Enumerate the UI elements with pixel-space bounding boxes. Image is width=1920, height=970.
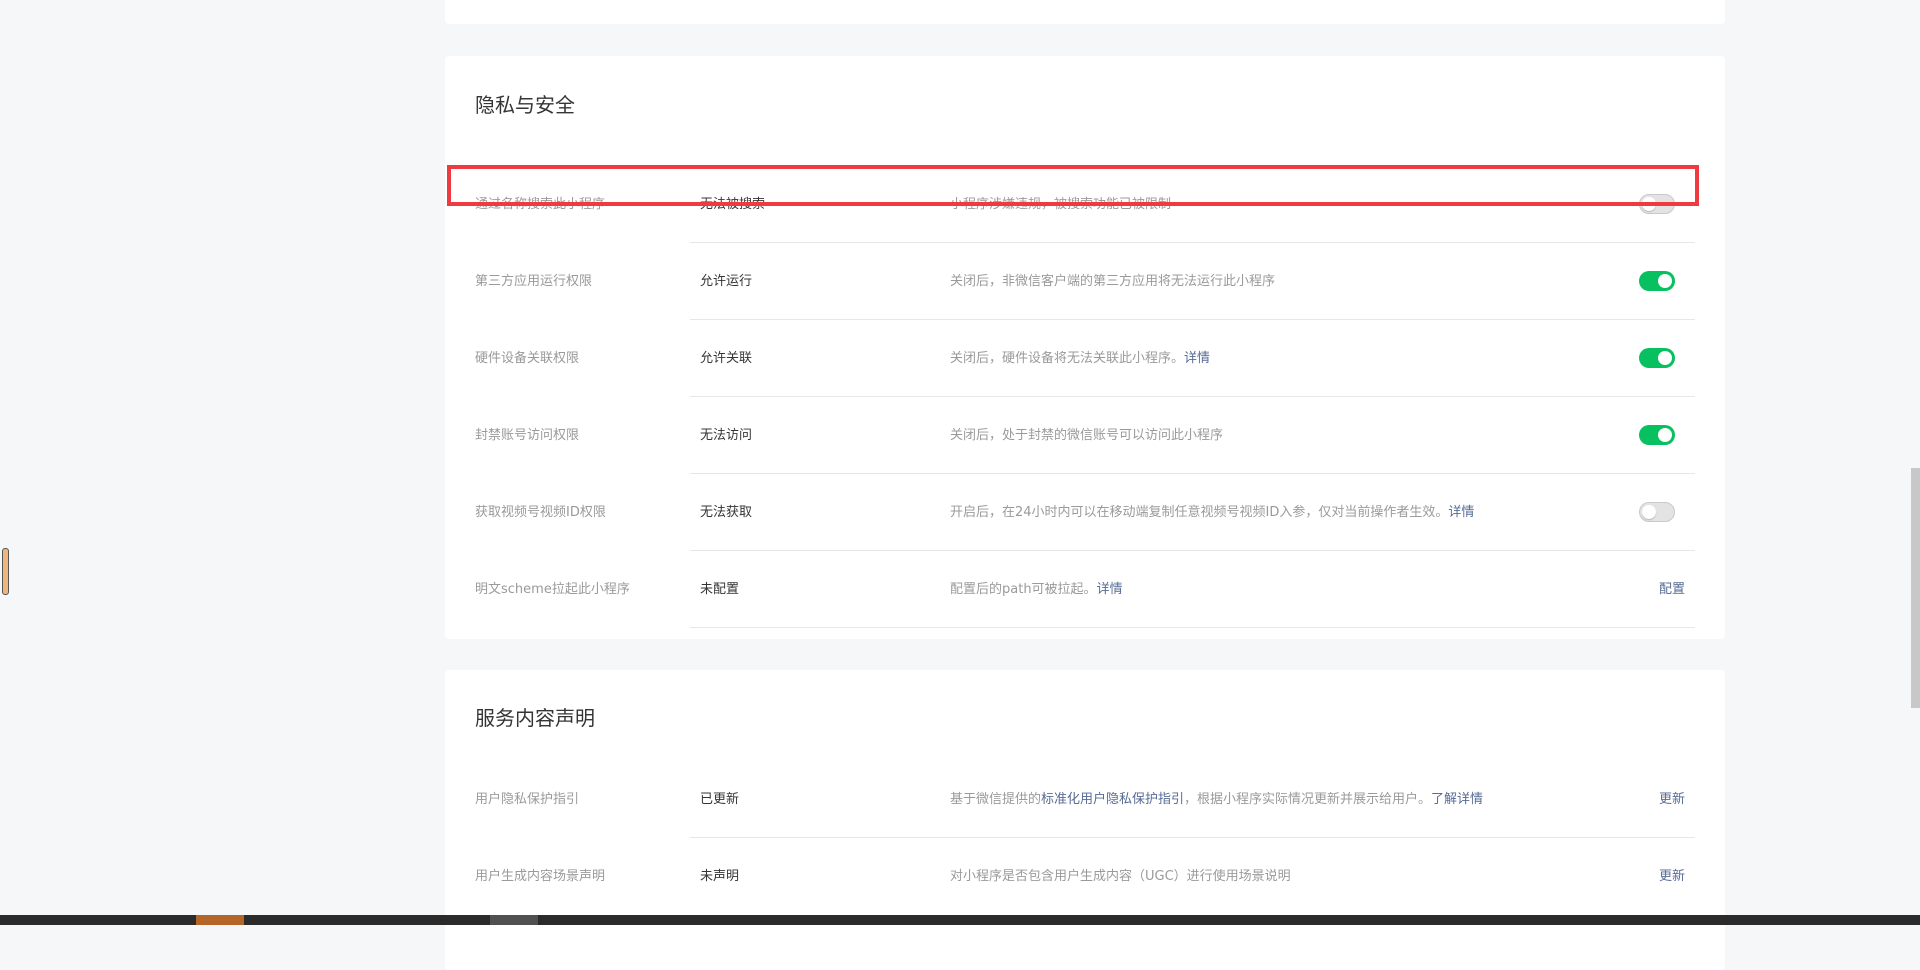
row-privacy-guide: 用户隐私保护指引 已更新 基于微信提供的标准化用户隐私保护指引，根据小程序实际情… xyxy=(475,761,1695,838)
banned-account-toggle-switch[interactable] xyxy=(1639,425,1675,445)
row-banned-account-access: 封禁账号访问权限 无法访问 关闭后，处于封禁的微信账号可以访问此小程序 xyxy=(475,397,1695,474)
row-desc: 配置后的path可被拉起。 xyxy=(950,582,1097,597)
toggle-knob xyxy=(1642,197,1656,211)
row-desc: 关闭后，硬件设备将无法关联此小程序。 xyxy=(950,351,1185,366)
row-desc: 开启后，在24小时内可以在移动端复制任意视频号视频ID入参，仅对当前操作者生效。 xyxy=(950,505,1449,520)
details-link[interactable]: 详情 xyxy=(1448,505,1474,520)
row-divider xyxy=(690,627,1695,628)
hardware-toggle-switch[interactable] xyxy=(1639,348,1675,368)
row-desc: 对小程序是否包含用户生成内容（UGC）进行使用场景说明 xyxy=(950,869,1291,884)
row-search-by-name: 通过名称搜索此小程序 无法被搜索 小程序涉嫌违规，被搜索功能已被限制 xyxy=(475,166,1695,243)
row-label: 用户隐私保护指引 xyxy=(475,792,580,807)
privacy-security-card: 隐私与安全 通过名称搜索此小程序 无法被搜索 小程序涉嫌违规，被搜索功能已被限制… xyxy=(445,56,1725,639)
search-toggle-switch[interactable] xyxy=(1639,194,1675,214)
row-value: 无法获取 xyxy=(700,505,753,520)
vertical-scrollbar[interactable] xyxy=(1911,468,1920,708)
toggle-knob xyxy=(1658,351,1672,365)
row-value: 允许运行 xyxy=(700,274,753,289)
details-link[interactable]: 详情 xyxy=(1184,351,1210,366)
details-link[interactable]: 详情 xyxy=(1097,582,1123,597)
row-label: 明文scheme拉起此小程序 xyxy=(475,582,630,597)
row-desc-wrap: 关闭后，硬件设备将无法关联此小程序。详情 xyxy=(950,320,1210,397)
row-label: 硬件设备关联权限 xyxy=(475,351,580,366)
toggle-knob xyxy=(1658,274,1672,288)
row-desc: 关闭后，非微信客户端的第三方应用将无法运行此小程序 xyxy=(950,274,1276,289)
row-value: 已更新 xyxy=(700,792,740,807)
row-value: 未声明 xyxy=(700,869,740,884)
row-desc-prefix: 基于微信提供的 xyxy=(950,792,1042,807)
row-desc-suffix: ，根据小程序实际情况更新并展示给用户。 xyxy=(1184,792,1432,807)
row-label: 用户生成内容场景声明 xyxy=(475,869,606,884)
row-value: 允许关联 xyxy=(700,351,753,366)
toggle-knob xyxy=(1642,505,1656,519)
row-scheme-launch: 明文scheme拉起此小程序 未配置 配置后的path可被拉起。详情 配置 xyxy=(475,551,1695,628)
section-title-privacy: 隐私与安全 xyxy=(475,93,575,117)
row-value: 无法被搜索 xyxy=(700,197,766,212)
row-desc-wrap: 基于微信提供的标准化用户隐私保护指引，根据小程序实际情况更新并展示给用户。了解详… xyxy=(950,761,1483,838)
side-handle-icon[interactable] xyxy=(2,548,9,595)
update-link[interactable]: 更新 xyxy=(1659,838,1685,915)
row-value: 无法访问 xyxy=(700,428,753,443)
section-title-service: 服务内容声明 xyxy=(475,706,595,730)
privacy-guide-link[interactable]: 标准化用户隐私保护指引 xyxy=(1041,792,1184,807)
row-label: 获取视频号视频ID权限 xyxy=(475,505,606,520)
row-desc-wrap: 配置后的path可被拉起。详情 xyxy=(950,551,1123,628)
row-value: 未配置 xyxy=(700,582,740,597)
video-id-toggle-switch[interactable] xyxy=(1639,502,1675,522)
row-ugc-declaration: 用户生成内容场景声明 未声明 对小程序是否包含用户生成内容（UGC）进行使用场景… xyxy=(475,838,1695,915)
row-desc: 小程序涉嫌违规，被搜索功能已被限制 xyxy=(950,197,1172,212)
row-label: 第三方应用运行权限 xyxy=(475,274,593,289)
taskbar xyxy=(0,915,1920,925)
previous-section-card xyxy=(445,0,1725,24)
taskbar-app-icon[interactable] xyxy=(196,915,244,925)
row-hardware-link: 硬件设备关联权限 允许关联 关闭后，硬件设备将无法关联此小程序。详情 xyxy=(475,320,1695,397)
row-video-id: 获取视频号视频ID权限 无法获取 开启后，在24小时内可以在移动端复制任意视频号… xyxy=(475,474,1695,551)
row-third-party-run: 第三方应用运行权限 允许运行 关闭后，非微信客户端的第三方应用将无法运行此小程序 xyxy=(475,243,1695,320)
learn-more-link[interactable]: 了解详情 xyxy=(1431,792,1483,807)
third-party-toggle-switch[interactable] xyxy=(1639,271,1675,291)
update-link[interactable]: 更新 xyxy=(1659,761,1685,838)
row-desc: 关闭后，处于封禁的微信账号可以访问此小程序 xyxy=(950,428,1224,443)
taskbar-app-icon[interactable] xyxy=(490,915,538,925)
service-declaration-card: 服务内容声明 用户隐私保护指引 已更新 基于微信提供的标准化用户隐私保护指引，根… xyxy=(445,670,1725,970)
configure-link[interactable]: 配置 xyxy=(1659,551,1685,628)
row-desc-wrap: 开启后，在24小时内可以在移动端复制任意视频号视频ID入参，仅对当前操作者生效。… xyxy=(950,474,1474,551)
row-label: 通过名称搜索此小程序 xyxy=(475,197,606,212)
row-label: 封禁账号访问权限 xyxy=(475,428,580,443)
toggle-knob xyxy=(1658,428,1672,442)
